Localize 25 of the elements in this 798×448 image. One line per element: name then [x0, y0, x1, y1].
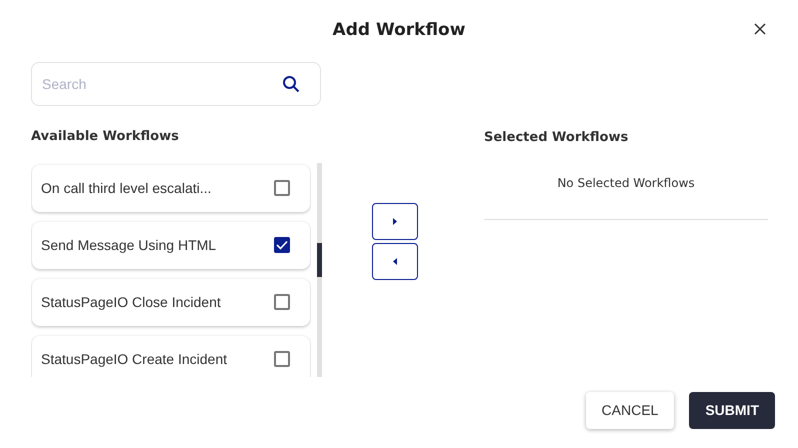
scrollbar[interactable]	[317, 162, 322, 376]
section-heading: Selected Workflows	[484, 129, 630, 147]
move-right-button[interactable]	[372, 203, 418, 240]
workflow-item[interactable]: On call third level escalati...	[32, 164, 310, 212]
checkbox[interactable]	[274, 180, 290, 196]
check-icon	[276, 240, 288, 250]
empty-message: No Selected Workflows	[557, 175, 695, 192]
cancel-button[interactable]: CANCEL	[586, 392, 674, 429]
scrollbar-thumb[interactable]	[317, 242, 322, 276]
close-icon	[754, 23, 766, 35]
workflow-item[interactable]: StatusPageIO Create Incident	[32, 336, 310, 376]
search-field[interactable]: Search	[31, 62, 321, 106]
search-icon	[282, 75, 300, 93]
move-left-button[interactable]	[372, 243, 418, 280]
workflow-item[interactable]: Send Message Using HTML	[32, 222, 310, 268]
checkbox[interactable]	[274, 237, 290, 253]
caret-right-icon	[393, 218, 397, 225]
section-heading: Available Workflows	[31, 128, 180, 146]
checkbox[interactable]	[274, 351, 290, 367]
close-button[interactable]	[752, 21, 768, 37]
checkbox[interactable]	[274, 294, 290, 310]
caret-left-icon	[393, 258, 397, 265]
submit-button[interactable]: SUBMIT	[689, 392, 775, 429]
dialog-title: Add Workflow	[332, 19, 466, 42]
workflow-item[interactable]: StatusPageIO Close Incident	[32, 278, 310, 326]
